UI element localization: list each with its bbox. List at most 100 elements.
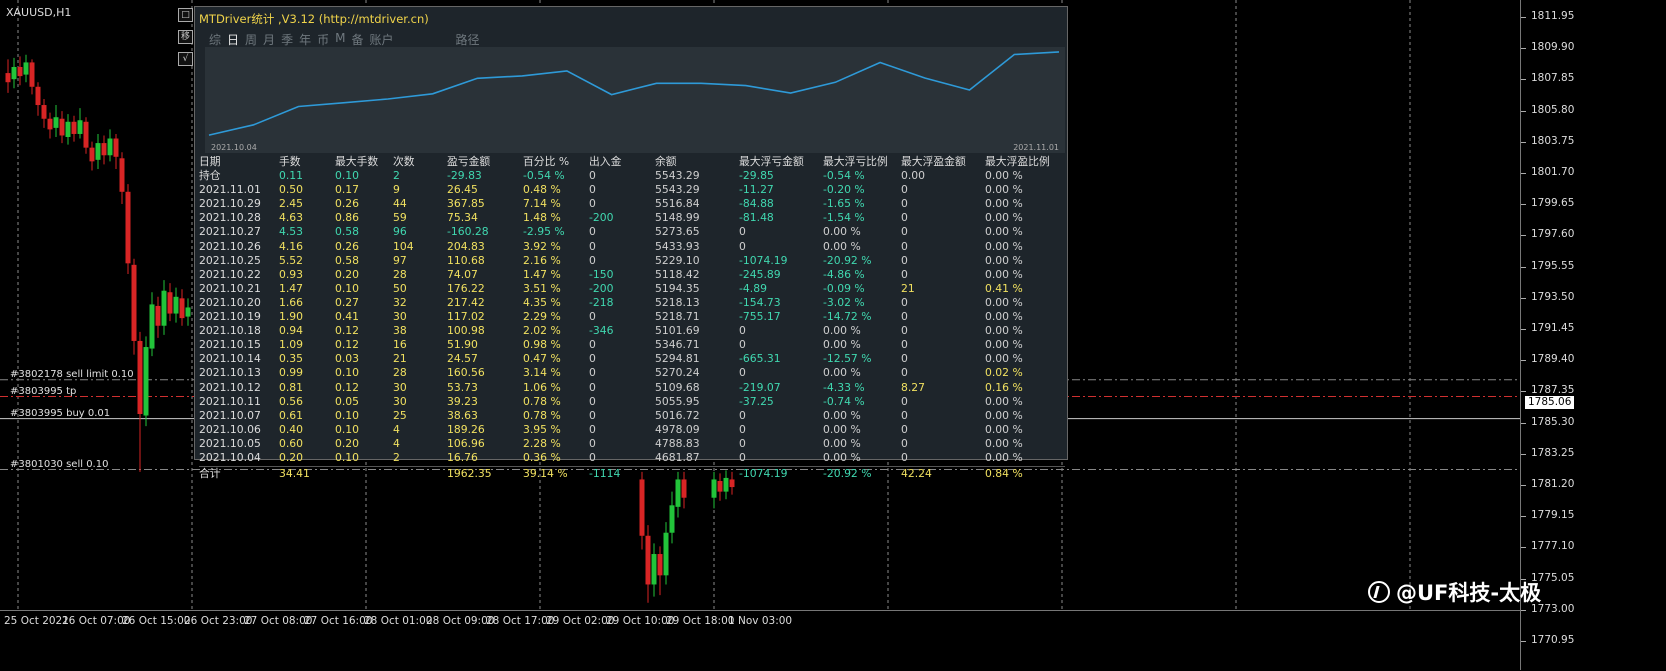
tab-3[interactable]: 月: [263, 31, 275, 48]
table-cell: 0.36 %: [523, 450, 561, 464]
table-cell: 4.35 %: [523, 295, 561, 309]
check-button[interactable]: √: [178, 52, 193, 66]
time-tick-label: 25 Oct 2021: [4, 615, 69, 627]
candle: [107, 129, 113, 162]
table-cell: -160.28: [447, 225, 489, 239]
candle: [47, 112, 53, 139]
table-cell: -1.54 %: [823, 211, 865, 225]
table-cell: 2021.10.06: [199, 422, 261, 436]
table-cell: 26.45: [447, 183, 478, 197]
table-cell: 0.99: [279, 366, 304, 380]
table-row: 2021.10.27 4.53 0.58 96 -160.28 -2.95 % 0 5273.…: [199, 225, 1065, 239]
table-cell: 1.66: [279, 295, 304, 309]
column-header: 出入金: [589, 155, 622, 168]
table-cell: 4681.87: [655, 450, 700, 464]
table-cell: 7.14 %: [523, 197, 561, 211]
candle: [35, 82, 41, 116]
table-cell: 0: [739, 422, 746, 436]
tab-0[interactable]: 综: [209, 31, 221, 48]
candle: [41, 98, 47, 128]
candle: [89, 141, 95, 171]
table-cell: 0: [739, 408, 746, 422]
table-cell: -12.57 %: [823, 352, 872, 366]
current-price-badge: 1785.06: [1525, 396, 1575, 409]
table-cell: -29.85: [739, 169, 774, 183]
panel-title: MTDriver统计 ,V3.12 (http://mtdriver.cn): [199, 12, 429, 26]
table-cell: 5118.42: [655, 267, 700, 281]
table-cell: 2021.10.27: [199, 225, 261, 239]
table-cell: -81.48: [739, 211, 774, 225]
table-row: 2021.10.18 0.94 0.12 38 100.98 2.02 % -346 5101…: [199, 324, 1065, 338]
table-cell: 176.22: [447, 281, 485, 295]
table-cell: 50: [393, 281, 407, 295]
candle: [53, 105, 59, 137]
table-cell: 2.45: [279, 197, 304, 211]
time-tick-label: 1 Nov 03:00: [728, 615, 793, 627]
table-row: 2021.11.01 0.50 0.17 9 26.45 0.48 % 0 5543.29 -1…: [199, 183, 1065, 197]
table-cell: 4.53: [279, 225, 304, 239]
table-cell: 5218.13: [655, 295, 700, 309]
tab-8[interactable]: 备: [351, 31, 363, 48]
table-cell: 3.92 %: [523, 239, 561, 253]
table-cell: 0: [901, 239, 908, 253]
table-cell: 0.03: [335, 352, 360, 366]
table-cell: 0.26: [335, 239, 360, 253]
candle: [657, 546, 663, 596]
table-cell: 106.96: [447, 436, 485, 450]
candle: [29, 59, 35, 95]
table-cell: 2021.10.22: [199, 267, 261, 281]
candle: [11, 57, 17, 89]
move-button[interactable]: 移: [178, 30, 193, 44]
tab-6[interactable]: 币: [317, 31, 329, 48]
table-cell: 0.58: [335, 225, 360, 239]
table-cell: 0.00 %: [985, 267, 1023, 281]
price-tick-label: 1803.75: [1520, 134, 1575, 147]
table-cell: 38.63: [447, 408, 478, 422]
table-cell: 0: [589, 310, 596, 324]
table-cell: 0.00 %: [985, 169, 1023, 183]
table-cell: 2021.10.20: [199, 295, 261, 309]
tab-1[interactable]: 日: [227, 31, 239, 48]
watermark-text: @UF科技-太极: [1396, 581, 1542, 605]
table-cell: 0: [589, 436, 596, 450]
price-tick-label: 1787.35: [1520, 384, 1575, 397]
table-cell: 1962.35: [447, 467, 492, 481]
table-cell: 0: [589, 450, 596, 464]
mtdriver-stats-panel: MTDriver统计 ,V3.12 (http://mtdriver.cn) 综…: [194, 6, 1068, 480]
table-cell: 0: [901, 450, 908, 464]
table-cell: 0.48 %: [523, 183, 561, 197]
table-cell: 0: [901, 225, 908, 239]
time-tick-label: 26 Oct 23:00: [184, 615, 253, 627]
tab-9[interactable]: 账户: [369, 31, 393, 48]
table-cell: 0.00 %: [985, 394, 1023, 408]
time-tick-label: 26 Oct 15:00: [122, 615, 191, 627]
table-cell: 1.06 %: [523, 380, 561, 394]
table-cell: 9: [393, 183, 400, 197]
minimize-button[interactable]: □: [178, 8, 193, 22]
table-cell: 2021.11.01: [199, 183, 261, 197]
table-cell: -200: [589, 211, 614, 225]
tab-4[interactable]: 季: [281, 31, 293, 48]
tab-5[interactable]: 年: [299, 31, 311, 48]
table-cell: -245.89: [739, 267, 781, 281]
table-cell: 5101.69: [655, 324, 700, 338]
candle: [59, 111, 65, 144]
table-cell: 0: [589, 352, 596, 366]
table-cell: 74.07: [447, 267, 478, 281]
table-cell: 0: [901, 295, 908, 309]
table-cell: 104: [393, 239, 414, 253]
column-header: 手数: [279, 155, 301, 168]
tab-2[interactable]: 周: [245, 31, 257, 48]
table-cell: 2021.10.05: [199, 436, 261, 450]
equity-end-date: 2021.11.01: [1013, 143, 1059, 152]
table-cell: 0.00: [901, 169, 926, 183]
table-cell: 0: [901, 422, 908, 436]
table-cell: 204.83: [447, 239, 485, 253]
tab-7[interactable]: M: [335, 31, 345, 48]
period-tabs: 综日周月季年币 M 备账户 路径: [209, 31, 480, 48]
table-row: 2021.10.20 1.66 0.27 32 217.42 4.35 % -218 5218…: [199, 296, 1065, 310]
table-cell: 0: [901, 324, 908, 338]
table-cell: -346: [589, 324, 614, 338]
table-cell: 1.09: [279, 338, 304, 352]
tab-route[interactable]: 路径: [456, 31, 480, 48]
